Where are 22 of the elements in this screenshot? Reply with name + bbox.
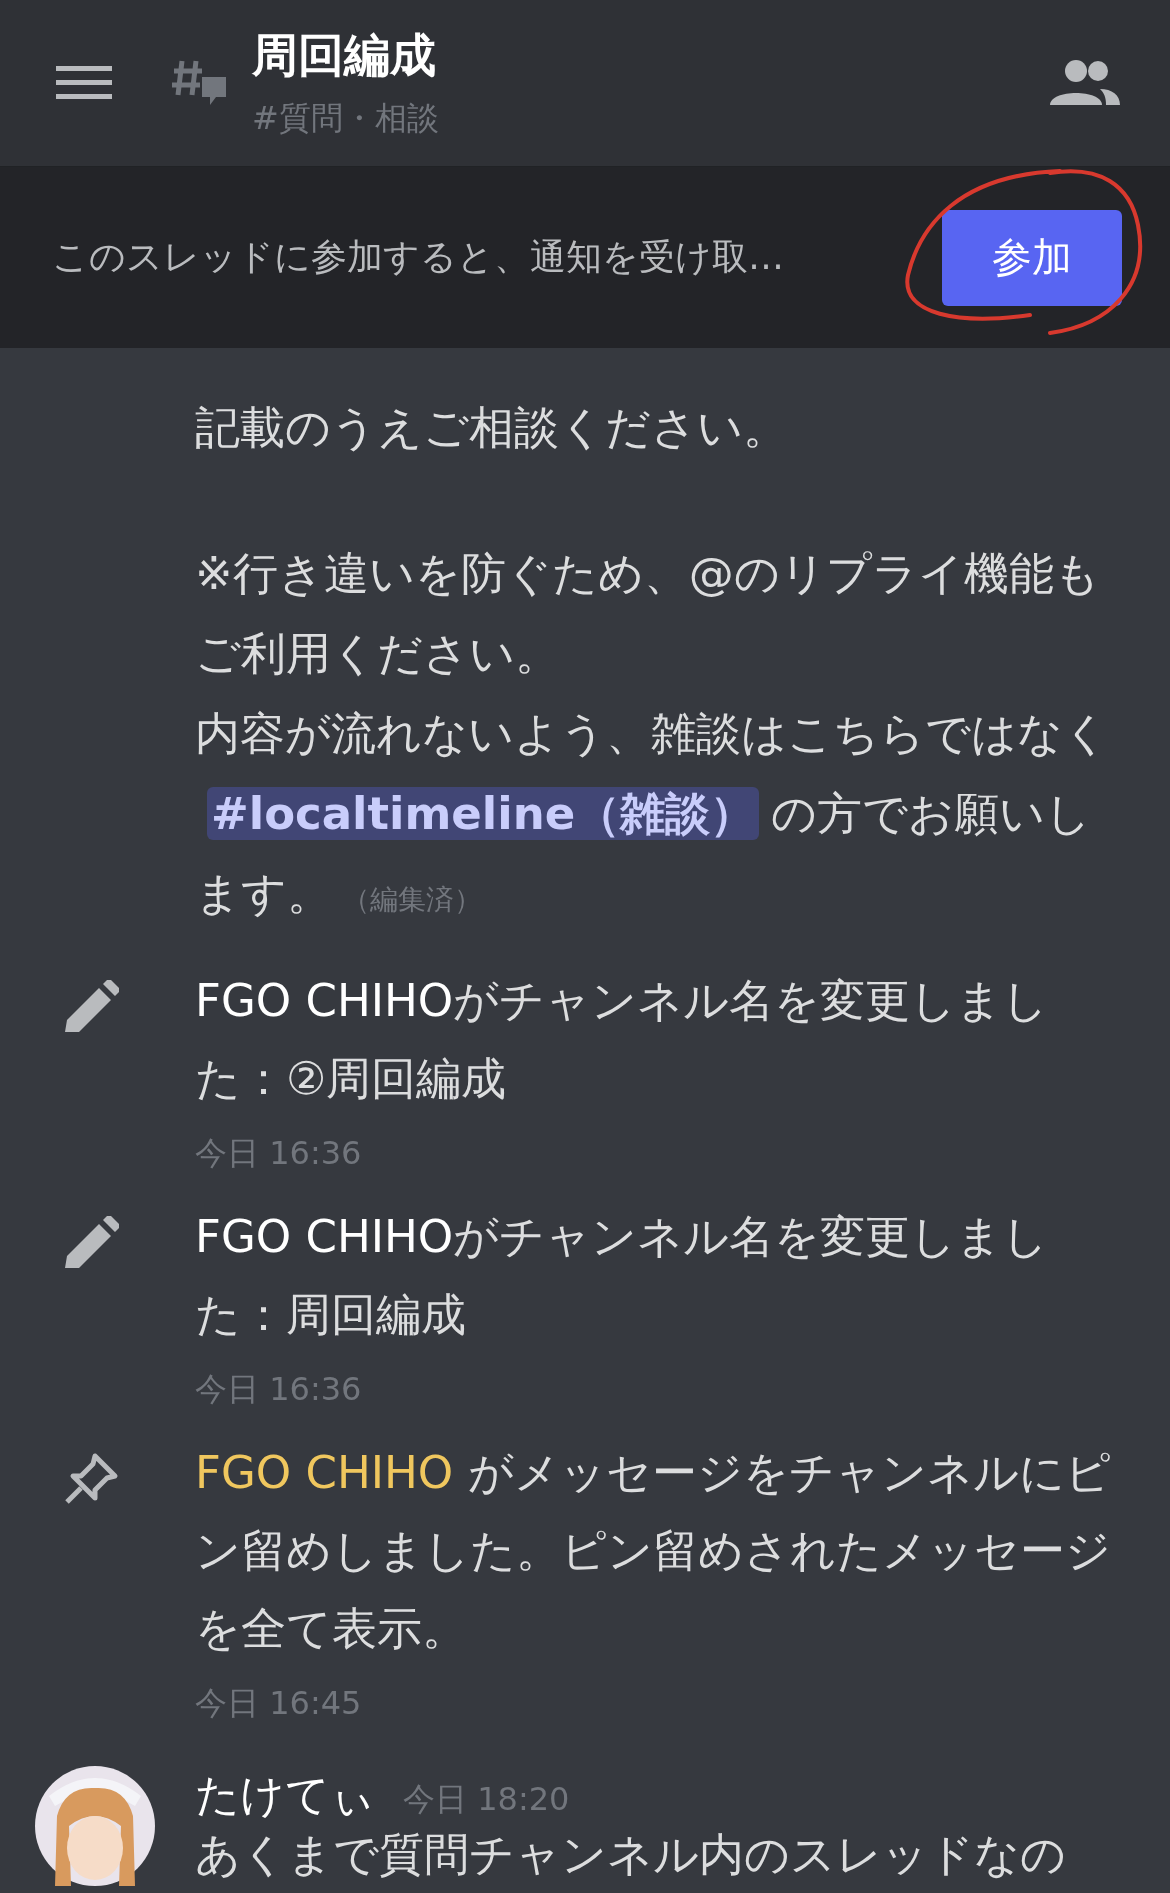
banner-text: このスレッドに参加すると、通知を受け取… [52, 235, 784, 279]
menu-icon[interactable] [56, 66, 112, 100]
system-message: FGO CHIHOがチャンネル名を変更しました：②周回編成 [195, 973, 1050, 1107]
pencil-icon [65, 980, 119, 1032]
message-text: ※行き違いを防ぐため、@のリプライ機能もご利用ください。 [195, 546, 1101, 682]
message-text: 記載のうえご相談ください。 [195, 400, 789, 456]
timestamp: 今日 16:36 [195, 1133, 363, 1174]
pencil-icon [65, 1216, 119, 1268]
system-message: FGO CHIHOがチャンネル名を変更しました：周回編成 [195, 1209, 1050, 1343]
timestamp: 今日 18:20 [403, 1779, 570, 1820]
thread-title: 周回編成 [252, 27, 437, 84]
message-text: 内容が流れないよう、雑談はこちらではなく #localtimeline（雑談） の方でお願いします。 （編集済） [195, 706, 1110, 922]
channel-mention[interactable]: #localtimeline（雑談） [207, 787, 760, 840]
username[interactable]: たけてぃ [195, 1766, 375, 1825]
message-text: あくまで質問チャンネル内のスレッドなの [195, 1827, 1067, 1883]
timestamp: 今日 16:45 [195, 1683, 363, 1724]
timestamp: 今日 16:36 [195, 1369, 363, 1410]
system-message: FGO CHIHO がメッセージをチャンネルにピン留めしました。ピン留めされたメッセージを全て表示。 [195, 1445, 1112, 1657]
avatar[interactable] [35, 1766, 155, 1886]
pin-icon [65, 1452, 119, 1504]
members-icon[interactable] [1050, 59, 1120, 107]
join-button[interactable]: 参加 [942, 209, 1122, 306]
